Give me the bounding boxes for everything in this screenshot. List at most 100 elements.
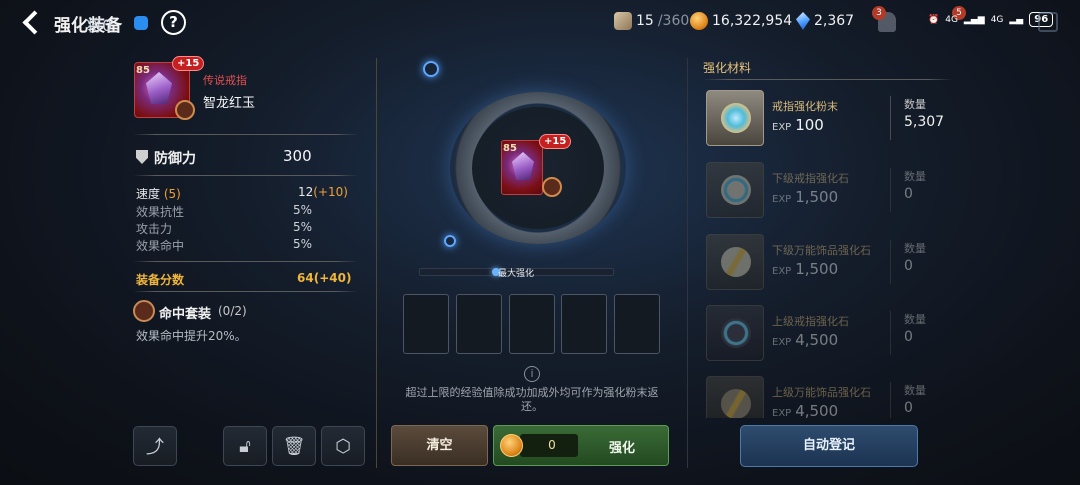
- exp-icon: EXP: [772, 337, 792, 348]
- substat-value: 5%: [293, 220, 313, 234]
- help-icon[interactable]: ?: [161, 10, 186, 35]
- title-overlay-text: 将0: [86, 16, 113, 35]
- exp-icon: EXP: [772, 266, 792, 277]
- reforge-button[interactable]: ⬡: [321, 426, 365, 466]
- gold-counter[interactable]: 16,322,954: [690, 12, 792, 30]
- substat-label: 攻击力: [136, 222, 173, 236]
- ring-powder-icon: [706, 90, 764, 146]
- lock-button[interactable]: 🔓︎: [223, 426, 267, 466]
- gem-counter[interactable]: 2,367: [796, 12, 854, 30]
- clear-button[interactable]: 清空: [391, 425, 488, 466]
- material-item[interactable]: 下级戒指强化石 EXP 1,500 数量 0: [706, 162, 956, 218]
- chat-icon[interactable]: [134, 16, 148, 30]
- substat-label: 速度 (5): [136, 185, 181, 202]
- lesser-accessory-stone-icon: [706, 234, 764, 290]
- notification-bell[interactable]: 3: [872, 6, 900, 36]
- divider: [890, 240, 891, 284]
- material-item[interactable]: 上级戒指强化石 EXP 4,500 数量 0: [706, 305, 956, 361]
- quantity-value: 0: [904, 258, 913, 274]
- crystal-gem-icon: [796, 12, 810, 30]
- material-slot[interactable]: [403, 294, 449, 354]
- divider: [133, 291, 358, 292]
- share-button[interactable]: ⤴: [133, 426, 177, 466]
- material-exp: EXP 4,500: [772, 402, 838, 418]
- divider: [703, 79, 953, 80]
- item-level: 85: [136, 65, 150, 76]
- notification-badge: 3: [872, 6, 886, 20]
- item-level: 85: [503, 143, 517, 154]
- divider: [133, 261, 358, 262]
- signal-bars-icon-2: ▂▄: [1009, 14, 1024, 25]
- substat-value: 5%: [293, 203, 313, 217]
- gold-value: 16,322,954: [712, 13, 793, 29]
- unlock-icon: 🔓︎: [239, 435, 251, 457]
- menu-grid-icon[interactable]: [1038, 12, 1058, 32]
- substat-name: 速度: [136, 187, 161, 201]
- material-exp: EXP 4,500: [772, 331, 838, 349]
- greater-accessory-stone-icon: [706, 376, 764, 418]
- material-item[interactable]: 下级万能饰品强化石 EXP 1,500 数量 0: [706, 234, 956, 290]
- material-slot[interactable]: [509, 294, 555, 354]
- divider: [133, 175, 358, 176]
- back-arrow-icon[interactable]: [18, 8, 46, 36]
- stone-glyph: [721, 175, 751, 205]
- divider: [890, 311, 891, 355]
- material-exp-value: 4,500: [795, 402, 839, 418]
- material-exp-value: 1,500: [795, 188, 839, 206]
- set-count: (0/2): [218, 304, 247, 318]
- stone-glyph: [721, 247, 751, 277]
- stamina-value: 15: [636, 13, 654, 29]
- gem-value: 2,367: [814, 13, 855, 29]
- system-status-bar: ⏰ 4G ▂▄▆ 4G ▂▄ 96: [928, 12, 1054, 27]
- set-name: 命中套装: [159, 307, 212, 322]
- divider: [133, 134, 358, 135]
- signal-b: 4G: [990, 14, 1004, 25]
- stamina-counter[interactable]: 15/360: [614, 12, 689, 30]
- material-exp-value: 100: [795, 116, 824, 134]
- quantity-label: 数量: [904, 242, 926, 255]
- main-stat-value: 300: [283, 147, 312, 165]
- top-bar: 强化装备 将0 ? 15/360 16,322,954 2,367 3 5 ⏰ …: [0, 0, 1080, 44]
- quantity-value: 0: [904, 186, 913, 202]
- auto-register-button[interactable]: 自动登记: [740, 425, 918, 467]
- exp-icon: EXP: [772, 122, 792, 133]
- max-enhance-label: 最大强化: [498, 269, 535, 279]
- substat-number: 12: [298, 185, 314, 199]
- column-divider: [376, 58, 377, 468]
- quantity-label: 数量: [904, 384, 926, 397]
- material-item[interactable]: 戒指强化粉末 EXP 100 数量 5,307: [706, 90, 956, 146]
- substat-label: 效果命中: [136, 239, 185, 253]
- material-exp-value: 1,500: [795, 260, 839, 278]
- quantity-label: 数量: [904, 313, 926, 326]
- substat-bonus: (+10): [313, 185, 348, 199]
- enhance-label: 强化: [609, 441, 636, 456]
- material-slot[interactable]: [456, 294, 502, 354]
- overflow-note: 超过上限的经验值除成功加成外均可作为强化粉末返还。: [405, 386, 659, 413]
- substat-value: 5%: [293, 237, 313, 251]
- exp-icon: EXP: [772, 194, 792, 205]
- gear-score-value: 64(+40): [297, 271, 351, 285]
- stone-glyph: [721, 389, 751, 418]
- material-exp: EXP 1,500: [772, 260, 838, 278]
- powder-glyph: [721, 103, 751, 133]
- material-slot[interactable]: [614, 294, 660, 354]
- set-description: 效果命中提升20%。: [136, 329, 247, 343]
- hit-set-icon: [133, 300, 155, 322]
- item-name: 智龙红玉: [203, 96, 256, 111]
- alarm-icon: ⏰: [928, 14, 940, 25]
- sell-button[interactable]: 🗑︎: [272, 426, 316, 466]
- gear-score-number: 64: [297, 271, 314, 285]
- gold-coin-icon: [500, 434, 523, 457]
- gear-score-label: 装备分数: [136, 273, 185, 287]
- lesser-ring-stone-icon: [706, 162, 764, 218]
- stone-glyph: [721, 318, 751, 348]
- material-slot[interactable]: [561, 294, 607, 354]
- material-name: 戒指强化粉末: [772, 100, 838, 113]
- material-item[interactable]: 上级万能饰品强化石 EXP 4,500 数量 0: [706, 376, 956, 418]
- gold-coin-icon: [690, 12, 708, 30]
- trash-icon: 🗑︎: [282, 435, 306, 457]
- substat-roll: (5): [163, 187, 181, 201]
- info-icon: i: [524, 366, 540, 382]
- material-exp: EXP 100: [772, 116, 824, 134]
- divider: [890, 382, 891, 418]
